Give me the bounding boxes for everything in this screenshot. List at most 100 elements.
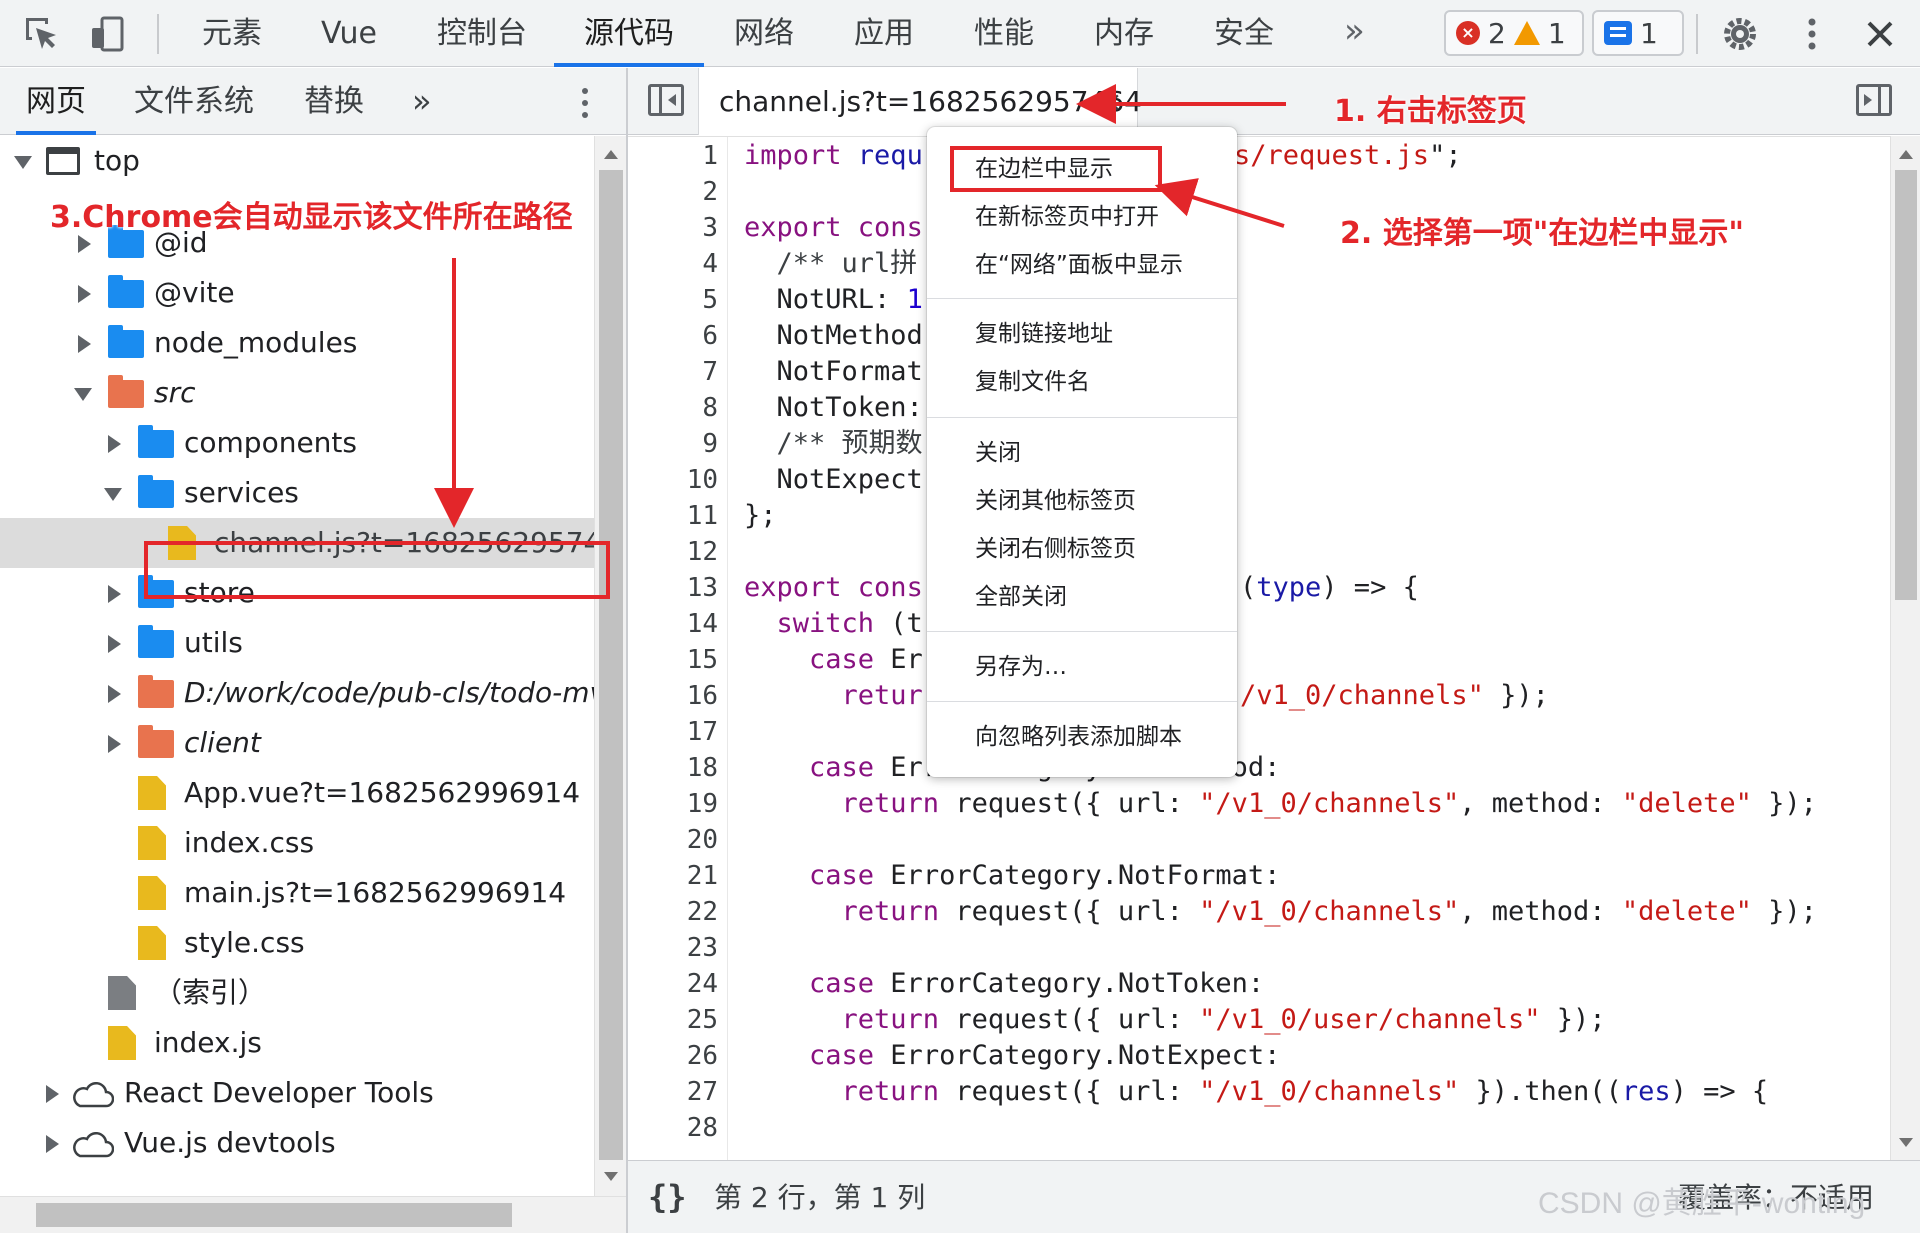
tab-vue[interactable]: Vue (318, 0, 380, 67)
menu-item-add-to-ignore-list[interactable]: 向忽略列表添加脚本 (975, 717, 1182, 757)
toggle-debugger-icon[interactable] (1856, 84, 1892, 116)
tab-sources[interactable]: 源代码 (554, 0, 704, 67)
tree-item-label: src (154, 376, 196, 409)
tree-vertical-scrollbar[interactable] (594, 136, 626, 1196)
tree-item-components[interactable]: components (0, 418, 594, 468)
tree-item-client[interactable]: client (0, 718, 594, 768)
more-options-icon[interactable] (1792, 14, 1832, 54)
folder-icon (108, 275, 144, 308)
expand-arrow-icon[interactable] (108, 685, 121, 703)
tab-performance[interactable]: 性能 (968, 0, 1040, 67)
expand-arrow-icon[interactable] (108, 435, 121, 453)
gear-icon[interactable] (1720, 14, 1760, 54)
tree-item-label: node_modules (154, 326, 358, 359)
tab-overrides[interactable]: 替换 (304, 68, 364, 135)
menu-item-close-to-right[interactable]: 关闭右侧标签页 (975, 529, 1136, 569)
editor-vertical-scrollbar[interactable] (1890, 136, 1920, 1160)
line-number: 23 (686, 933, 718, 963)
menu-item-copy-file-name[interactable]: 复制文件名 (975, 362, 1090, 402)
toolbar-separator (157, 14, 159, 54)
menu-item-save-as[interactable]: 另存为… (975, 647, 1067, 687)
navigator-menu-icon[interactable] (582, 88, 588, 94)
scrollbar-thumb[interactable] (1895, 170, 1917, 600)
tree-item-src[interactable]: src (0, 368, 594, 418)
menu-separator (927, 701, 1237, 702)
tree-item-utils[interactable]: utils (0, 618, 594, 668)
code-editor[interactable]: 1 2 3 4 5 6 7 8 9 10 11 12 13 14 15 16 1… (628, 136, 1890, 1160)
scrollbar-thumb[interactable] (36, 1203, 512, 1227)
scroll-up-arrow-icon[interactable] (1899, 150, 1913, 159)
tree-item-top[interactable]: top (0, 136, 594, 186)
menu-separator (927, 631, 1237, 632)
line-number: 4 (702, 249, 718, 279)
menu-item-reveal-in-network[interactable]: 在“网络”面板中显示 (975, 245, 1183, 285)
close-tab-icon[interactable]: × (1099, 68, 1122, 135)
menu-item-open-in-new-tab[interactable]: 在新标签页中打开 (975, 197, 1159, 237)
tab-console[interactable]: 控制台 (430, 0, 534, 67)
tree-item-react-devtools[interactable]: React Developer Tools (0, 1068, 594, 1118)
more-tabs-chevron-icon[interactable]: » (1344, 14, 1365, 48)
tab-network[interactable]: 网络 (728, 0, 800, 67)
tab-filesystem[interactable]: 文件系统 (134, 68, 254, 135)
folder-icon (138, 625, 174, 658)
expand-arrow-icon[interactable] (78, 285, 91, 303)
editor-tab-channel-js[interactable]: channel.js?t=1682562957464 × (698, 68, 1142, 135)
pretty-print-icon[interactable]: {} (648, 1161, 687, 1233)
tree-item-vue-devtools[interactable]: Vue.js devtools (0, 1118, 594, 1168)
tree-item-node-modules[interactable]: node_modules (0, 318, 594, 368)
scroll-down-arrow-icon[interactable] (604, 1172, 618, 1181)
tree-item-app-vue[interactable]: App.vue?t=1682562996914 (0, 768, 594, 818)
tree-item-index-css[interactable]: index.css (0, 818, 594, 868)
scroll-down-arrow-icon[interactable] (1899, 1138, 1913, 1147)
tree-item-style-css[interactable]: style.css (0, 918, 594, 968)
tab-elements[interactable]: 元素 (196, 0, 268, 67)
toggle-navigator-icon[interactable] (648, 84, 684, 116)
expand-arrow-icon[interactable] (104, 488, 122, 501)
menu-separator (927, 298, 1237, 299)
close-icon[interactable] (1860, 14, 1900, 54)
expand-arrow-icon[interactable] (108, 635, 121, 653)
code-line-4: /** url拼 (744, 248, 918, 279)
toolbar-separator (1696, 14, 1698, 54)
cloud-icon (73, 1082, 114, 1108)
more-navigator-chevron-icon[interactable]: » (412, 68, 432, 135)
tree-item-vite[interactable]: @vite (0, 268, 594, 318)
error-count: 2 (1488, 16, 1506, 50)
tree-item-index[interactable]: （索引） (0, 968, 594, 1018)
menu-item-copy-link[interactable]: 复制链接地址 (975, 314, 1113, 354)
messages-counter[interactable]: 1 (1592, 10, 1684, 56)
code-line-13: export cons (744, 572, 923, 603)
expand-arrow-icon[interactable] (108, 735, 121, 753)
menu-item-close[interactable]: 关闭 (975, 433, 1021, 473)
tab-memory[interactable]: 内存 (1088, 0, 1160, 67)
scrollbar-thumb[interactable] (599, 170, 623, 1160)
code-line-24: case ErrorCategory.NotToken: (744, 968, 1265, 999)
inspect-element-icon[interactable] (22, 14, 62, 54)
line-number: 20 (686, 825, 718, 855)
expand-arrow-icon[interactable] (14, 156, 32, 169)
expand-arrow-icon[interactable] (78, 335, 91, 353)
menu-item-close-all[interactable]: 全部关闭 (975, 577, 1067, 617)
tab-security[interactable]: 安全 (1208, 0, 1280, 67)
tab-page[interactable]: 网页 (16, 68, 96, 135)
menu-item-close-others[interactable]: 关闭其他标签页 (975, 481, 1136, 521)
device-toolbar-icon[interactable] (88, 14, 128, 54)
issues-counter[interactable]: × 2 1 (1444, 10, 1584, 56)
tab-application[interactable]: 应用 (848, 0, 920, 67)
tree-item-main-js[interactable]: main.js?t=1682562996914 (0, 868, 594, 918)
file-icon (138, 926, 166, 960)
expand-arrow-icon[interactable] (108, 585, 121, 603)
scroll-up-arrow-icon[interactable] (604, 150, 618, 159)
expand-arrow-icon[interactable] (74, 388, 92, 401)
line-number: 22 (686, 897, 718, 927)
tree-item-project-folder[interactable]: D:/work/code/pub-cls/todo-mvc (0, 668, 594, 718)
tree-item-label: @vite (154, 276, 235, 309)
expand-arrow-icon[interactable] (78, 235, 91, 253)
tree-item-services[interactable]: services (0, 468, 594, 518)
expand-arrow-icon[interactable] (46, 1085, 59, 1103)
tree-item-index-js[interactable]: index.js (0, 1018, 594, 1068)
expand-arrow-icon[interactable] (46, 1135, 59, 1153)
code-line-10: NotExpect (744, 464, 923, 495)
tree-item-label: components (184, 426, 357, 459)
tree-horizontal-scrollbar[interactable] (0, 1196, 626, 1233)
